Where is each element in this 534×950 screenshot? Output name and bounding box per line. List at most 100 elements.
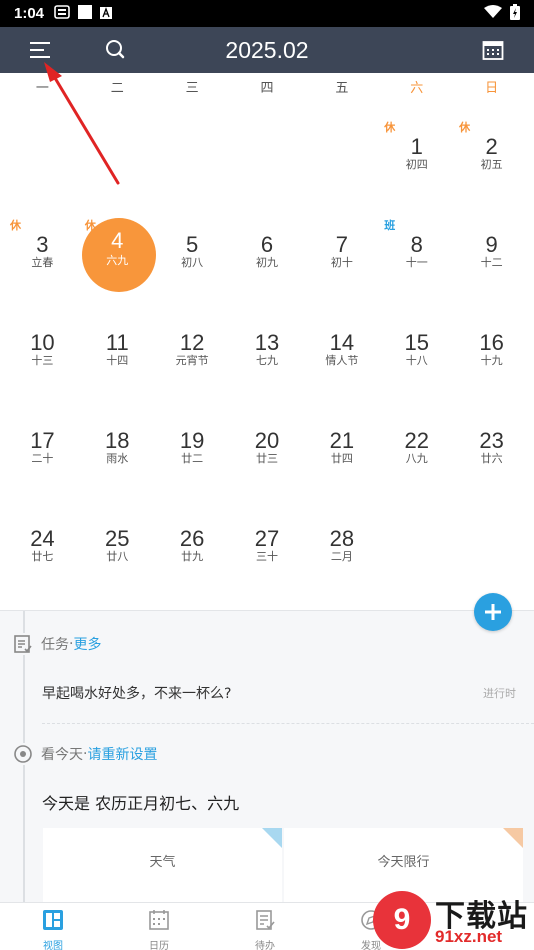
weekday-label: 五 (335, 81, 349, 96)
calendar-day[interactable]: 班 8 十一 (379, 196, 454, 294)
lunar-date: 元宵节 (175, 354, 209, 367)
calendar-day[interactable]: 19 廿二 (155, 392, 230, 490)
lunar-date: 三十 (256, 550, 278, 563)
calendar-day[interactable]: 25 廿八 (80, 490, 155, 588)
calendar-empty-cell (155, 98, 230, 196)
nav-view[interactable]: 视图 (0, 903, 106, 950)
notification-icon (54, 4, 70, 23)
calendar-week-row: 24 廿七 25 廿八 26 廿九 27 三十 28 二月 (5, 490, 529, 588)
calendar-day[interactable]: 23 廿六 (454, 392, 529, 490)
lunar-date: 二十 (31, 452, 54, 465)
calendar-icon[interactable] (478, 35, 508, 65)
calendar-day[interactable]: 27 三十 (230, 490, 305, 588)
battery-icon (510, 3, 520, 24)
holiday-badge: 休 (384, 121, 396, 134)
calendar-day[interactable]: 24 廿七 (5, 490, 80, 588)
calendar-day[interactable]: 5 初八 (155, 196, 230, 294)
lunar-date: 十三 (31, 354, 54, 367)
weather-card[interactable]: 天气 (43, 828, 282, 902)
agenda-panel: 任务 · 更多 早起喝水好处多，不来一杯么? 进行时 看今天 · 请重新设置 今… (0, 610, 534, 902)
calendar-day[interactable]: 6 初九 (230, 196, 305, 294)
calendar-day[interactable]: 7 初十 (304, 196, 379, 294)
lunar-date: 立春 (31, 256, 54, 269)
day-number: 15 (404, 330, 429, 355)
lunar-date: 初八 (181, 256, 204, 269)
lunar-date: 廿九 (181, 550, 204, 563)
calendar-day[interactable]: 9 十二 (454, 196, 529, 294)
search-icon[interactable] (101, 35, 131, 65)
calendar-day[interactable]: 13 七九 (230, 294, 305, 392)
day-number: 12 (179, 330, 205, 355)
day-number: 11 (105, 330, 129, 355)
lunar-date: 十一 (405, 256, 428, 269)
weekday-label: 六 (410, 81, 424, 96)
hamburger-menu-icon[interactable] (26, 35, 56, 65)
calendar-day-today[interactable]: 休 4 六九 (80, 196, 156, 294)
lunar-date: 十四 (106, 354, 129, 367)
add-button[interactable] (474, 593, 512, 631)
calendar-day[interactable]: 17 二十 (5, 392, 80, 490)
task-status: 进行时 (483, 687, 516, 700)
square-icon (78, 4, 93, 23)
calendar-day[interactable]: 休 2 初五 (454, 98, 529, 196)
day-number: 13 (254, 330, 280, 355)
calendar-day[interactable]: 20 廿三 (230, 392, 305, 490)
todo-icon (256, 910, 275, 930)
day-number: 24 (30, 526, 55, 551)
calendar-day[interactable]: 14 情人节 (304, 294, 379, 392)
day-number: 22 (404, 428, 429, 453)
lunar-date: 二月 (330, 550, 353, 563)
grid-view-icon (43, 910, 63, 930)
calendar-day[interactable]: 11 十四 (80, 294, 155, 392)
day-number: 10 (30, 330, 55, 355)
calendar-day[interactable]: 10 十三 (5, 294, 80, 392)
calendar-day[interactable]: 22 八九 (379, 392, 454, 490)
weekday-label: 三 (185, 81, 199, 96)
calendar-day[interactable]: 16 十九 (454, 294, 529, 392)
reset-link[interactable]: 请重新设置 (87, 744, 157, 764)
weekday-label: 二 (110, 81, 124, 96)
calendar-day[interactable]: 18 雨水 (80, 392, 155, 490)
day-number: 28 (329, 526, 355, 551)
calendar-empty-cell (230, 98, 305, 196)
lunar-date: 廿七 (31, 550, 54, 563)
tasks-header: 任务 · 更多 (12, 633, 101, 655)
day-number: 14 (329, 330, 355, 355)
calendar-day[interactable]: 21 廿四 (304, 392, 379, 490)
day-number: 19 (179, 428, 205, 453)
calendar-day[interactable]: 12 元宵节 (155, 294, 230, 392)
day-number: 9 (485, 232, 498, 257)
calendar-day[interactable]: 休 1 初四 (379, 98, 454, 196)
lunar-date: 七九 (256, 354, 278, 367)
day-number: 17 (30, 428, 55, 453)
calendar-week-row: 17 二十 18 雨水 19 廿二 20 廿三 21 廿四 22 八九 23 廿六 (5, 392, 529, 490)
lunar-date: 初五 (480, 158, 503, 171)
lunar-date: 六九 (106, 254, 129, 267)
calendar-empty-cell (5, 98, 80, 196)
calendar-day[interactable]: 15 十八 (379, 294, 454, 392)
status-time: 1:04 (14, 5, 45, 22)
nav-todo[interactable]: 待办 (212, 903, 318, 950)
app-bar: 2025.02 (0, 27, 534, 73)
tasks-more-link[interactable]: 更多 (73, 634, 101, 654)
watermark: 9 下载站 91xz.net (365, 887, 534, 950)
lunar-date: 廿二 (181, 452, 204, 465)
month-title[interactable]: 2025.02 (0, 27, 534, 73)
nav-view-label: 视图 (43, 941, 63, 950)
nav-calendar[interactable]: 日历 (106, 903, 212, 950)
calendar-day[interactable]: 26 廿九 (155, 490, 230, 588)
calendar-empty-cell (454, 490, 529, 588)
holiday-badge: 休 (10, 219, 21, 232)
lunar-date: 廿六 (480, 452, 503, 465)
day-number: 5 (186, 232, 199, 257)
task-item-text[interactable]: 早起喝水好处多，不来一杯么? (42, 683, 231, 703)
weekday-label: 四 (260, 81, 274, 96)
day-number: 20 (254, 428, 280, 453)
lunar-date: 初十 (330, 256, 353, 269)
day-number: 8 (410, 232, 423, 257)
calendar-day[interactable]: 休 3 立春 (5, 196, 80, 294)
calendar-day[interactable]: 28 二月 (304, 490, 379, 588)
nav-calendar-label: 日历 (149, 941, 169, 950)
wifi-icon (484, 4, 502, 23)
target-icon (12, 743, 34, 765)
